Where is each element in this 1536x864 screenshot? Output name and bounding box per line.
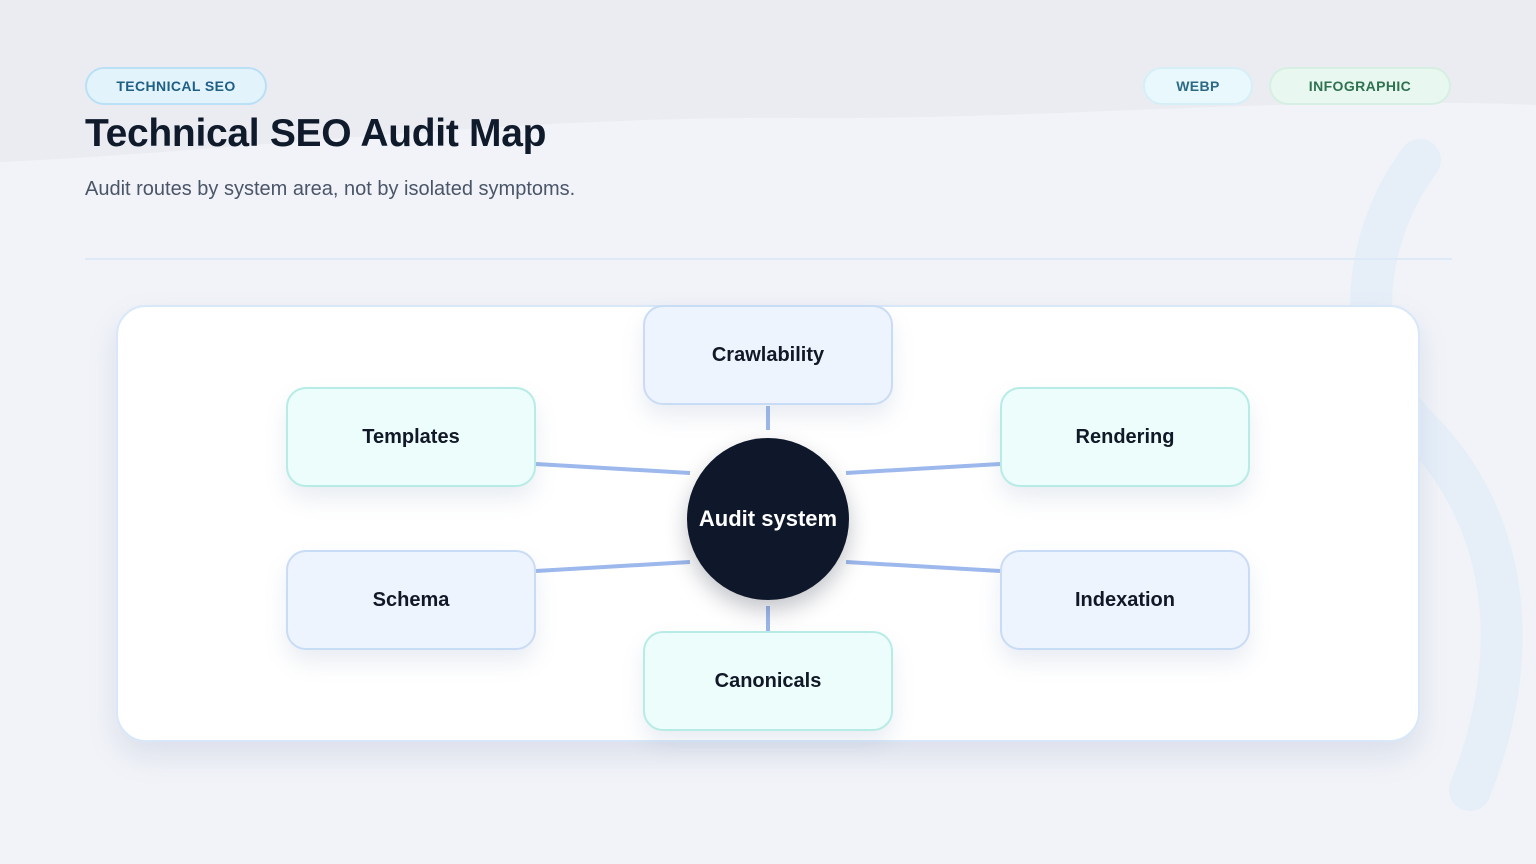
node-indexation: Indexation	[1000, 550, 1250, 650]
node-crawlability: Crawlability	[643, 305, 893, 405]
format-tag: WEBP	[1143, 67, 1253, 105]
header-divider	[85, 258, 1452, 260]
type-tag: INFOGRAPHIC	[1269, 67, 1451, 105]
hub-audit-system: Audit system	[687, 438, 849, 600]
topic-tag: TECHNICAL SEO	[85, 67, 267, 105]
page-title: Technical SEO Audit Map	[85, 112, 547, 155]
node-canonicals: Canonicals	[643, 631, 893, 731]
node-templates: Templates	[286, 387, 536, 487]
node-schema: Schema	[286, 550, 536, 650]
page-subtitle: Audit routes by system area, not by isol…	[85, 178, 576, 200]
node-rendering: Rendering	[1000, 387, 1250, 487]
